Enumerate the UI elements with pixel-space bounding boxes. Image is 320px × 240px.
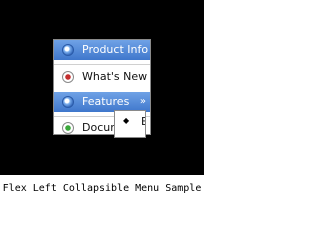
radio-blue-icon [62,96,74,108]
menu-item-product-info[interactable]: Product Info [54,40,150,60]
submenu-item-label[interactable]: Ea [141,115,145,128]
features-submenu: ◆ Ea [114,110,146,138]
menu-item-features[interactable]: Features » [54,92,150,112]
page-caption: Flex Left Collapsible Menu Sample [2,183,202,194]
radio-blue-icon [62,44,74,56]
diamond-bullet-icon: ◆ [123,116,130,125]
menu-item-label: What's New [82,70,148,83]
menu-divider [54,64,150,65]
menu-item-label: Product Info [82,43,149,56]
menu-preview-frame: Product Info What's New Features » Docum… [0,0,204,175]
menu-item-whats-new[interactable]: What's New [54,67,150,87]
radio-red-icon [62,71,74,83]
submenu-arrow-icon: » [139,96,146,107]
menu-item-label: Features [82,95,130,108]
radio-green-icon [62,122,74,134]
